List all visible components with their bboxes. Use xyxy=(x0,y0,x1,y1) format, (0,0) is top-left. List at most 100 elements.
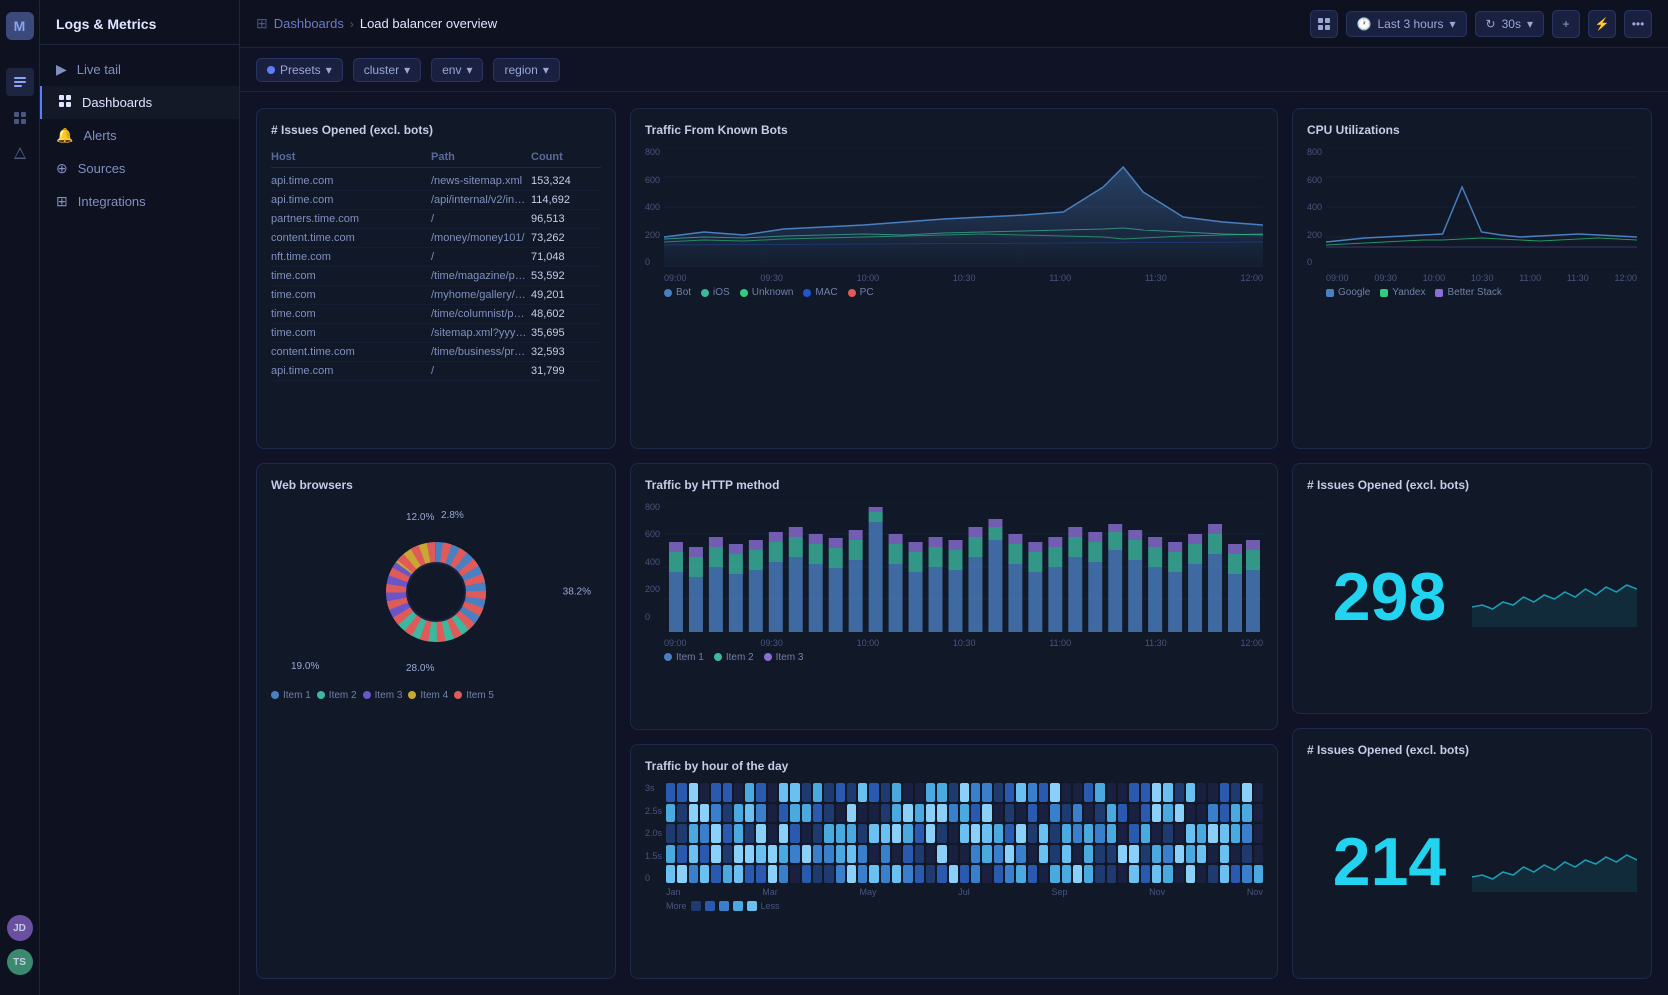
dashboards-icon xyxy=(58,94,72,111)
sidebar-item-integrations[interactable]: ⊞ Integrations xyxy=(40,185,239,218)
add-button[interactable]: + xyxy=(1552,10,1580,38)
table-row[interactable]: api.time.com /api/internal/v2/ingester-m… xyxy=(271,191,601,210)
heatmap-cell xyxy=(937,845,946,863)
cpu-chart-title: CPU Utilizations xyxy=(1307,123,1637,137)
heatmap-cell xyxy=(1084,865,1093,883)
heatmap-cell xyxy=(926,824,935,842)
heatmap-cell xyxy=(723,865,732,883)
heatmap-cell xyxy=(1152,845,1161,863)
heatmap-cell xyxy=(1107,824,1116,842)
nav-icon-alerts[interactable] xyxy=(6,140,34,168)
heatmap-cell xyxy=(666,865,675,883)
heatmap-cell xyxy=(971,845,980,863)
cell-count: 96,513 xyxy=(531,213,601,225)
heatmap-cell xyxy=(711,783,720,801)
heatmap-cell xyxy=(1039,865,1048,883)
breadcrumb-dashboards[interactable]: Dashboards xyxy=(274,16,344,31)
table-row[interactable]: time.com /myhome/gallery/enlarged/pr... … xyxy=(271,286,601,305)
heatmap-cell xyxy=(960,804,969,822)
mini-chart-214 xyxy=(1472,832,1637,892)
heatmap-cell xyxy=(858,824,867,842)
cell-path: / xyxy=(431,251,531,263)
layout-button[interactable] xyxy=(1310,10,1338,38)
table-row[interactable]: time.com /sitemap.xml?yyyy=2023&mm... 35… xyxy=(271,324,601,343)
heatmap-cell xyxy=(1050,865,1059,883)
heatmap-cell xyxy=(1062,783,1071,801)
heatmap-cell xyxy=(1197,783,1206,801)
heatmap-cell xyxy=(756,783,765,801)
heatmap-cell xyxy=(1141,804,1150,822)
avatar-ts[interactable]: TS xyxy=(7,949,33,975)
heatmap-cell xyxy=(756,845,765,863)
heatmap-cell xyxy=(1186,804,1195,822)
table-row[interactable]: time.com /time/magazine/printout/ 53,592 xyxy=(271,267,601,286)
quick-action-button[interactable]: ⚡ xyxy=(1588,10,1616,38)
mini-chart-298 xyxy=(1472,567,1637,627)
heatmap-cell xyxy=(949,824,958,842)
heatmap-cell xyxy=(1050,845,1059,863)
heatmap-cell xyxy=(1175,845,1184,863)
table-row[interactable]: api.time.com /news-sitemap.xml 153,324 xyxy=(271,172,601,191)
heatmap-cell xyxy=(960,783,969,801)
heatmap-cell xyxy=(790,824,799,842)
table-row[interactable]: nft.time.com / 71,048 xyxy=(271,248,601,267)
heatmap-cell xyxy=(802,824,811,842)
sidebar-item-sources[interactable]: ⊕ Sources xyxy=(40,152,239,185)
heatmap-cell xyxy=(881,845,890,863)
heatmap-cell xyxy=(1141,783,1150,801)
http-x-axis: 09:0009:3010:0010:3011:0011:3012:00 xyxy=(664,638,1263,648)
presets-filter[interactable]: Presets ▾ xyxy=(256,58,343,82)
cpu-chart-area xyxy=(1326,147,1637,267)
heatmap-cell xyxy=(982,824,991,842)
table-row[interactable]: time.com /time/columnist/printout 48,602 xyxy=(271,305,601,324)
cell-count: 53,592 xyxy=(531,270,601,282)
heatmap-cell xyxy=(1084,824,1093,842)
heatmap-cell xyxy=(723,804,732,822)
env-filter[interactable]: env ▾ xyxy=(431,58,483,82)
col-host: Host xyxy=(271,151,431,163)
heatmap-cell xyxy=(1129,783,1138,801)
heatmap-cell xyxy=(689,783,698,801)
dashboard-grid: # Issues Opened (excl. bots) Host Path C… xyxy=(240,92,1668,995)
heatmap-cell xyxy=(1175,824,1184,842)
heatmap-cell xyxy=(915,845,924,863)
cpu-x-axis: 09:0009:3010:0010:3011:0011:3012:00 xyxy=(1326,273,1637,283)
sidebar-item-alerts[interactable]: 🔔 Alerts xyxy=(40,119,239,152)
table-row[interactable]: content.time.com /time/business/printout… xyxy=(271,343,601,362)
heatmap-cell xyxy=(768,845,777,863)
bots-legend: Bot iOS Unknown MAC PC xyxy=(664,287,1263,298)
heatmap-cell xyxy=(779,845,788,863)
table-row[interactable]: api.time.com / 31,799 xyxy=(271,362,601,381)
region-filter[interactable]: region ▾ xyxy=(493,58,559,82)
refresh-button[interactable]: ↻ 30s ▾ xyxy=(1475,11,1544,37)
heatmap-cell xyxy=(836,865,845,883)
heatmap-cell xyxy=(1197,865,1206,883)
chevron-down-icon: ▾ xyxy=(1450,17,1456,31)
more-button[interactable]: ••• xyxy=(1624,10,1652,38)
heatmap-cell xyxy=(903,824,912,842)
nav-icon-logs[interactable] xyxy=(6,68,34,96)
heatmap-cell xyxy=(1220,865,1229,883)
heatmap-cell xyxy=(813,783,822,801)
avatar-jd[interactable]: JD xyxy=(7,915,33,941)
table-row[interactable]: partners.time.com / 96,513 xyxy=(271,210,601,229)
heatmap-color-2 xyxy=(705,901,715,911)
sidebar-item-livetail[interactable]: ▶ Live tail xyxy=(40,53,239,86)
browsers-title: Web browsers xyxy=(271,478,601,492)
heatmap-cell xyxy=(677,845,686,863)
table-row[interactable]: content.time.com /money/money101/ 73,262 xyxy=(271,229,601,248)
time-range-button[interactable]: 🕐 Last 3 hours ▾ xyxy=(1346,11,1467,37)
heatmap-cell xyxy=(768,783,777,801)
sidebar-title: Logs & Metrics xyxy=(40,0,239,45)
heatmap-cell xyxy=(824,804,833,822)
donut-chart-container: 12.0% 2.8% 38.2% 19.0% 28.0% xyxy=(271,502,601,682)
heatmap-cell xyxy=(836,804,845,822)
heatmap-cell xyxy=(926,783,935,801)
sidebar-item-dashboards[interactable]: Dashboards xyxy=(40,86,239,119)
nav-icon-dashboards[interactable] xyxy=(6,104,34,132)
bots-chart-area xyxy=(664,147,1263,267)
heatmap-cell xyxy=(1039,804,1048,822)
sidebar-nav: ▶ Live tail Dashboards 🔔 Alerts ⊕ Source… xyxy=(40,45,239,226)
cluster-filter[interactable]: cluster ▾ xyxy=(353,58,421,82)
heatmap-cell xyxy=(779,804,788,822)
